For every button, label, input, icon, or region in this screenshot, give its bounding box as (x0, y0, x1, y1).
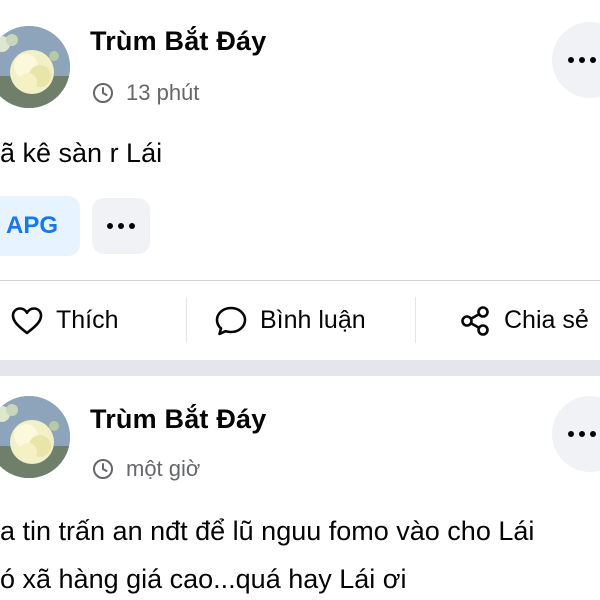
author-name[interactable]: Trùm Bắt Đáy (90, 404, 266, 435)
flower-avatar-image (0, 396, 70, 478)
post-card: Trùm Bắt Đáy 13 phút ã kê sàn r Lái APG … (0, 0, 600, 360)
share-nodes-icon (461, 305, 489, 336)
post-body-text: ã kê sàn r Lái (0, 138, 163, 168)
like-label: Thích (56, 306, 119, 334)
heart-icon (11, 306, 43, 334)
comment-bubble-icon (215, 306, 247, 335)
flower-avatar-image (0, 26, 70, 108)
more-dots-icon (568, 431, 596, 437)
feed-separator (0, 360, 600, 376)
more-dots-icon (107, 223, 135, 229)
clock-icon (93, 459, 113, 479)
avatar[interactable] (0, 26, 70, 108)
action-separator (415, 297, 416, 343)
tag-more-button[interactable] (92, 198, 150, 254)
comment-label: Bình luận (260, 306, 366, 334)
post-body-line: ó xã hàng giá cao...quá hay Lái ơi (0, 564, 407, 594)
share-label: Chia sẻ (504, 306, 589, 334)
comment-button[interactable]: Bình luận (214, 281, 366, 360)
share-button[interactable]: Chia sẻ (458, 281, 589, 360)
post-actions-bar: Thích Bình luận Chia sẻ (0, 281, 600, 360)
post-card: Trùm Bắt Đáy một giờ a tin trấn an nđt đ… (0, 376, 600, 600)
post-timestamp[interactable]: một giờ (92, 456, 200, 482)
avatar[interactable] (0, 396, 70, 478)
timestamp-text: 13 phút (126, 80, 200, 105)
action-separator (186, 297, 187, 343)
post-body-line: a tin trấn an nđt để lũ nguu fomo vào ch… (0, 516, 535, 546)
author-name[interactable]: Trùm Bắt Đáy (90, 26, 266, 57)
ticker-tag[interactable]: APG (0, 196, 80, 256)
timestamp-text: một giờ (126, 456, 201, 481)
post-timestamp[interactable]: 13 phút (92, 80, 199, 106)
post-options-button[interactable] (552, 22, 600, 98)
clock-icon (93, 83, 113, 103)
more-dots-icon (568, 57, 596, 63)
like-button[interactable]: Thích (10, 281, 119, 360)
